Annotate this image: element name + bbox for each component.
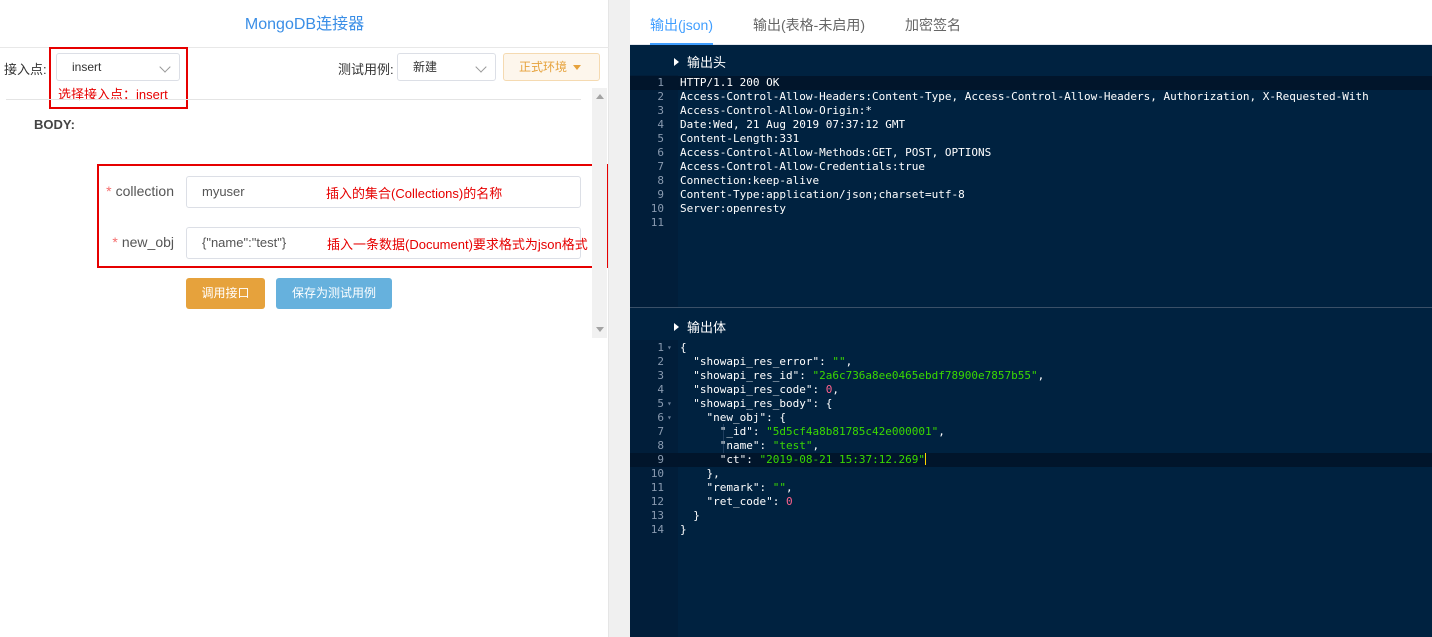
- section-divider: [630, 307, 1432, 308]
- code-line: 10 },: [650, 467, 720, 480]
- code-line: 11 "remark": "",: [650, 481, 793, 494]
- code-line: 13 }: [650, 509, 700, 522]
- body-code: 1 ▾{ 2 "showapi_res_error": "", 3 "showap…: [630, 341, 1432, 537]
- page-title: MongoDB连接器: [0, 0, 609, 48]
- code-line: 4 "showapi_res_code": 0,: [657, 383, 839, 396]
- caret-down-icon: [573, 65, 581, 70]
- environment-button[interactable]: 正式环境: [503, 53, 600, 81]
- connector-panel: MongoDB连接器 接入点: insert 测试用例: 新建 正式环境 选择接…: [0, 0, 609, 637]
- annotation-new-obj: 插入一条数据(Document)要求格式为json格式: [327, 237, 588, 252]
- code-line: 7 "_id": "5d5cf4a8b81785c42e000001",: [657, 425, 945, 438]
- scrollbar[interactable]: [592, 88, 607, 338]
- call-api-button[interactable]: 调用接口: [186, 278, 265, 309]
- testcase-select[interactable]: 新建: [397, 53, 496, 81]
- code-line: 14}: [650, 523, 687, 536]
- collection-input-value: myuser: [202, 184, 245, 199]
- code-line: 1 HTTP/1.1 200 OK: [630, 76, 1432, 90]
- code-line: 8 "name": "test",: [657, 439, 820, 452]
- code-line: 7 Access-Control-Allow-Credentials:true: [657, 160, 926, 173]
- scroll-up-arrow-icon[interactable]: [596, 94, 604, 99]
- header-section-toggle[interactable]: 输出头: [674, 52, 726, 71]
- code-line: 2 Access-Control-Allow-Headers:Content-Ty…: [657, 90, 1369, 103]
- code-line: 5 ▾ "showapi_res_body": {: [657, 397, 833, 410]
- code-line: 6 Access-Control-Allow-Methods:GET, POST,…: [657, 146, 992, 159]
- new-obj-input-value: {"name":"test"}: [202, 235, 287, 250]
- save-testcase-button[interactable]: 保存为测试用例: [276, 278, 392, 309]
- tab-output-json[interactable]: 输出(json): [650, 0, 714, 45]
- code-line: 9 "ct": "2019-08-21 15:37:12.269": [630, 453, 1432, 467]
- code-line: 8 Connection:keep-alive: [657, 174, 820, 187]
- text-cursor: [925, 453, 927, 465]
- code-line: 11: [650, 216, 664, 229]
- annotation-collection: 插入的集合(Collections)的名称: [326, 186, 503, 201]
- code-line: 1 ▾{: [657, 341, 687, 354]
- testcase-select-value: 新建: [413, 60, 438, 74]
- caret-right-icon: [674, 323, 679, 331]
- code-line: 6 ▾ "new_obj": {: [657, 411, 786, 424]
- testcase-label: 测试用例:: [338, 62, 394, 77]
- header-code: 1 HTTP/1.1 200 OK 2 Access-Control-Allow-H…: [630, 76, 1432, 230]
- tab-signature[interactable]: 加密签名: [905, 0, 961, 45]
- code-line: 12 "ret_code": 0: [650, 495, 793, 508]
- code-line: 9 Content-Type:application/json;charset=u…: [657, 188, 965, 201]
- output-tabs: 输出(json) 输出(表格-未启用) 加密签名: [630, 0, 1432, 45]
- required-star: *: [106, 183, 112, 199]
- environment-button-label: 正式环境: [519, 60, 568, 74]
- endpoint-label: 接入点:: [4, 62, 47, 77]
- output-panel: 输出(json) 输出(表格-未启用) 加密签名 输出头 1 HTTP/1.1 2…: [630, 0, 1432, 637]
- scroll-down-arrow-icon[interactable]: [596, 327, 604, 332]
- tab-output-table[interactable]: 输出(表格-未启用): [753, 0, 865, 45]
- field-label-new-obj: * new_obj: [112, 234, 174, 250]
- required-star: *: [112, 234, 118, 250]
- divider: [6, 99, 581, 100]
- code-line: 10 Server:openresty: [650, 202, 786, 215]
- field-label-collection: * collection: [106, 183, 174, 199]
- code-line: 5 Content-Length:331: [657, 132, 800, 145]
- chevron-down-icon: [475, 61, 487, 73]
- code-line: 3 "showapi_res_id": "2a6c736a8ee0465ebdf…: [657, 369, 1045, 382]
- body-section-toggle[interactable]: 输出体: [674, 317, 726, 336]
- caret-right-icon: [674, 58, 679, 66]
- code-line: 3 Access-Control-Allow-Origin:*: [657, 104, 873, 117]
- body-label: BODY:: [34, 117, 75, 132]
- annotation-endpoint: 选择接入点：insert: [58, 87, 168, 102]
- code-line: 4 Date:Wed, 21 Aug 2019 07:37:12 GMT: [657, 118, 906, 131]
- code-line: 2 "showapi_res_error": "",: [657, 355, 853, 368]
